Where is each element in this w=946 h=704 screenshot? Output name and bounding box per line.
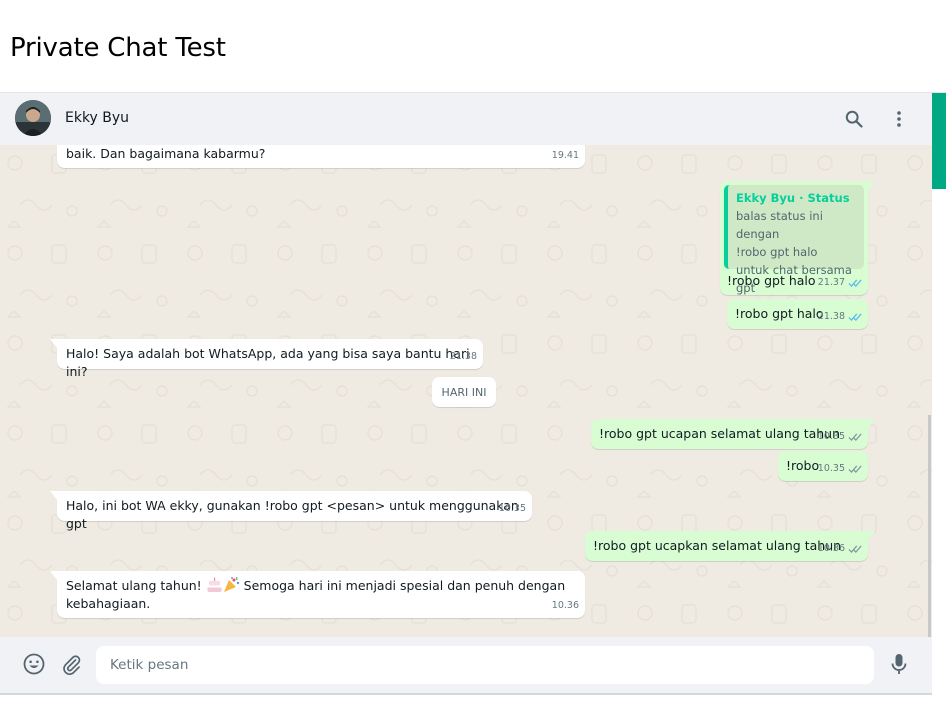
- message-time: 21.38: [449, 351, 477, 362]
- chat-header: Ekky Byu: [0, 93, 932, 145]
- bubble-tail: [50, 571, 58, 581]
- contact-name[interactable]: Ekky Byu: [65, 110, 129, 126]
- emoji-icon[interactable]: [21, 651, 47, 677]
- message-bubble-outgoing[interactable]: !robo gpt halo 21.38: [727, 299, 868, 329]
- message-text: !robo gpt halo: [727, 273, 816, 288]
- menu-dots-icon[interactable]: [887, 107, 911, 131]
- message-time: 10.35: [817, 431, 845, 442]
- mic-icon[interactable]: [886, 651, 912, 677]
- divider: [0, 693, 932, 695]
- message-bubble-outgoing[interactable]: !robo gpt ucapan selamat ulang tahun 10.…: [591, 419, 875, 449]
- composer-bar: [0, 637, 932, 693]
- message-bubble-incoming[interactable]: baik. Dan bagaimana kabarmu? 19.41: [57, 145, 585, 168]
- message-time: 10.35: [817, 463, 845, 474]
- party-popper-emoji: [223, 577, 240, 593]
- page-scrollbar-thumb[interactable]: [932, 93, 946, 189]
- bubble-tail: [867, 531, 875, 541]
- message-time: 10.35: [498, 503, 526, 514]
- message-text: !robo gpt halo: [735, 306, 824, 321]
- message-text: Semoga hari ini menjadi spesial dan penu…: [239, 578, 566, 593]
- chat-scrollbar[interactable]: [928, 415, 931, 637]
- message-text: Selamat ulang tahun!: [66, 578, 206, 593]
- page-title: Private Chat Test: [10, 33, 226, 63]
- message-time: 10.36: [551, 600, 579, 611]
- avatar-image: [15, 100, 51, 136]
- delivered-ticks-icon: [848, 433, 862, 441]
- date-separator: HARI INI: [432, 377, 496, 407]
- search-icon[interactable]: [842, 107, 866, 131]
- message-time: 19.41: [551, 150, 579, 161]
- avatar[interactable]: [15, 100, 51, 136]
- message-text: !robo gpt ucapkan selamat ulang tahun: [593, 538, 842, 553]
- quote-author: Ekky Byu · Status: [736, 191, 850, 205]
- message-text: kebahagiaan.: [66, 596, 151, 611]
- message-time: 10.36: [817, 543, 845, 554]
- message-text: baik. Dan bagaimana kabarmu?: [66, 146, 266, 161]
- message-bubble-incoming[interactable]: Halo! Saya adalah bot WhatsApp, ada yang…: [50, 339, 483, 379]
- bubble-tail: [50, 339, 58, 349]
- message-time: 21.38: [817, 311, 845, 322]
- message-bubble-outgoing[interactable]: !robo 10.35: [778, 451, 868, 481]
- message-bubble-outgoing[interactable]: !robo gpt ucapkan selamat ulang tahun 10…: [585, 531, 875, 561]
- message-bubble-incoming[interactable]: Halo, ini bot WA ekky, gunakan !robo gpt…: [50, 491, 532, 531]
- message-bubble-outgoing[interactable]: Ekky Byu · Status balas status ini denga…: [720, 181, 875, 295]
- delivered-ticks-icon: [848, 545, 862, 553]
- message-input[interactable]: [96, 646, 874, 684]
- page-scrollbar[interactable]: [932, 93, 946, 695]
- attach-icon[interactable]: [58, 651, 84, 677]
- message-list[interactable]: baik. Dan bagaimana kabarmu? 19.41 Ekky …: [0, 145, 932, 637]
- message-text: !robo: [786, 458, 820, 473]
- read-ticks-icon: [848, 279, 862, 287]
- message-time: 21.37: [817, 277, 845, 288]
- chat-window: Ekky Byu baik. Dan bagaimana kabarmu? 19…: [0, 92, 946, 695]
- bubble-tail: [50, 491, 58, 501]
- message-bubble-incoming[interactable]: Selamat ulang tahun! Semoga hari ini men…: [50, 571, 585, 618]
- quoted-status[interactable]: Ekky Byu · Status balas status ini denga…: [724, 185, 864, 295]
- delivered-ticks-icon: [848, 465, 862, 473]
- bubble-tail: [867, 419, 875, 429]
- read-ticks-icon: [848, 313, 862, 321]
- cake-emoji: [206, 577, 223, 593]
- bubble-tail: [867, 181, 875, 191]
- message-text: !robo gpt ucapan selamat ulang tahun: [599, 426, 841, 441]
